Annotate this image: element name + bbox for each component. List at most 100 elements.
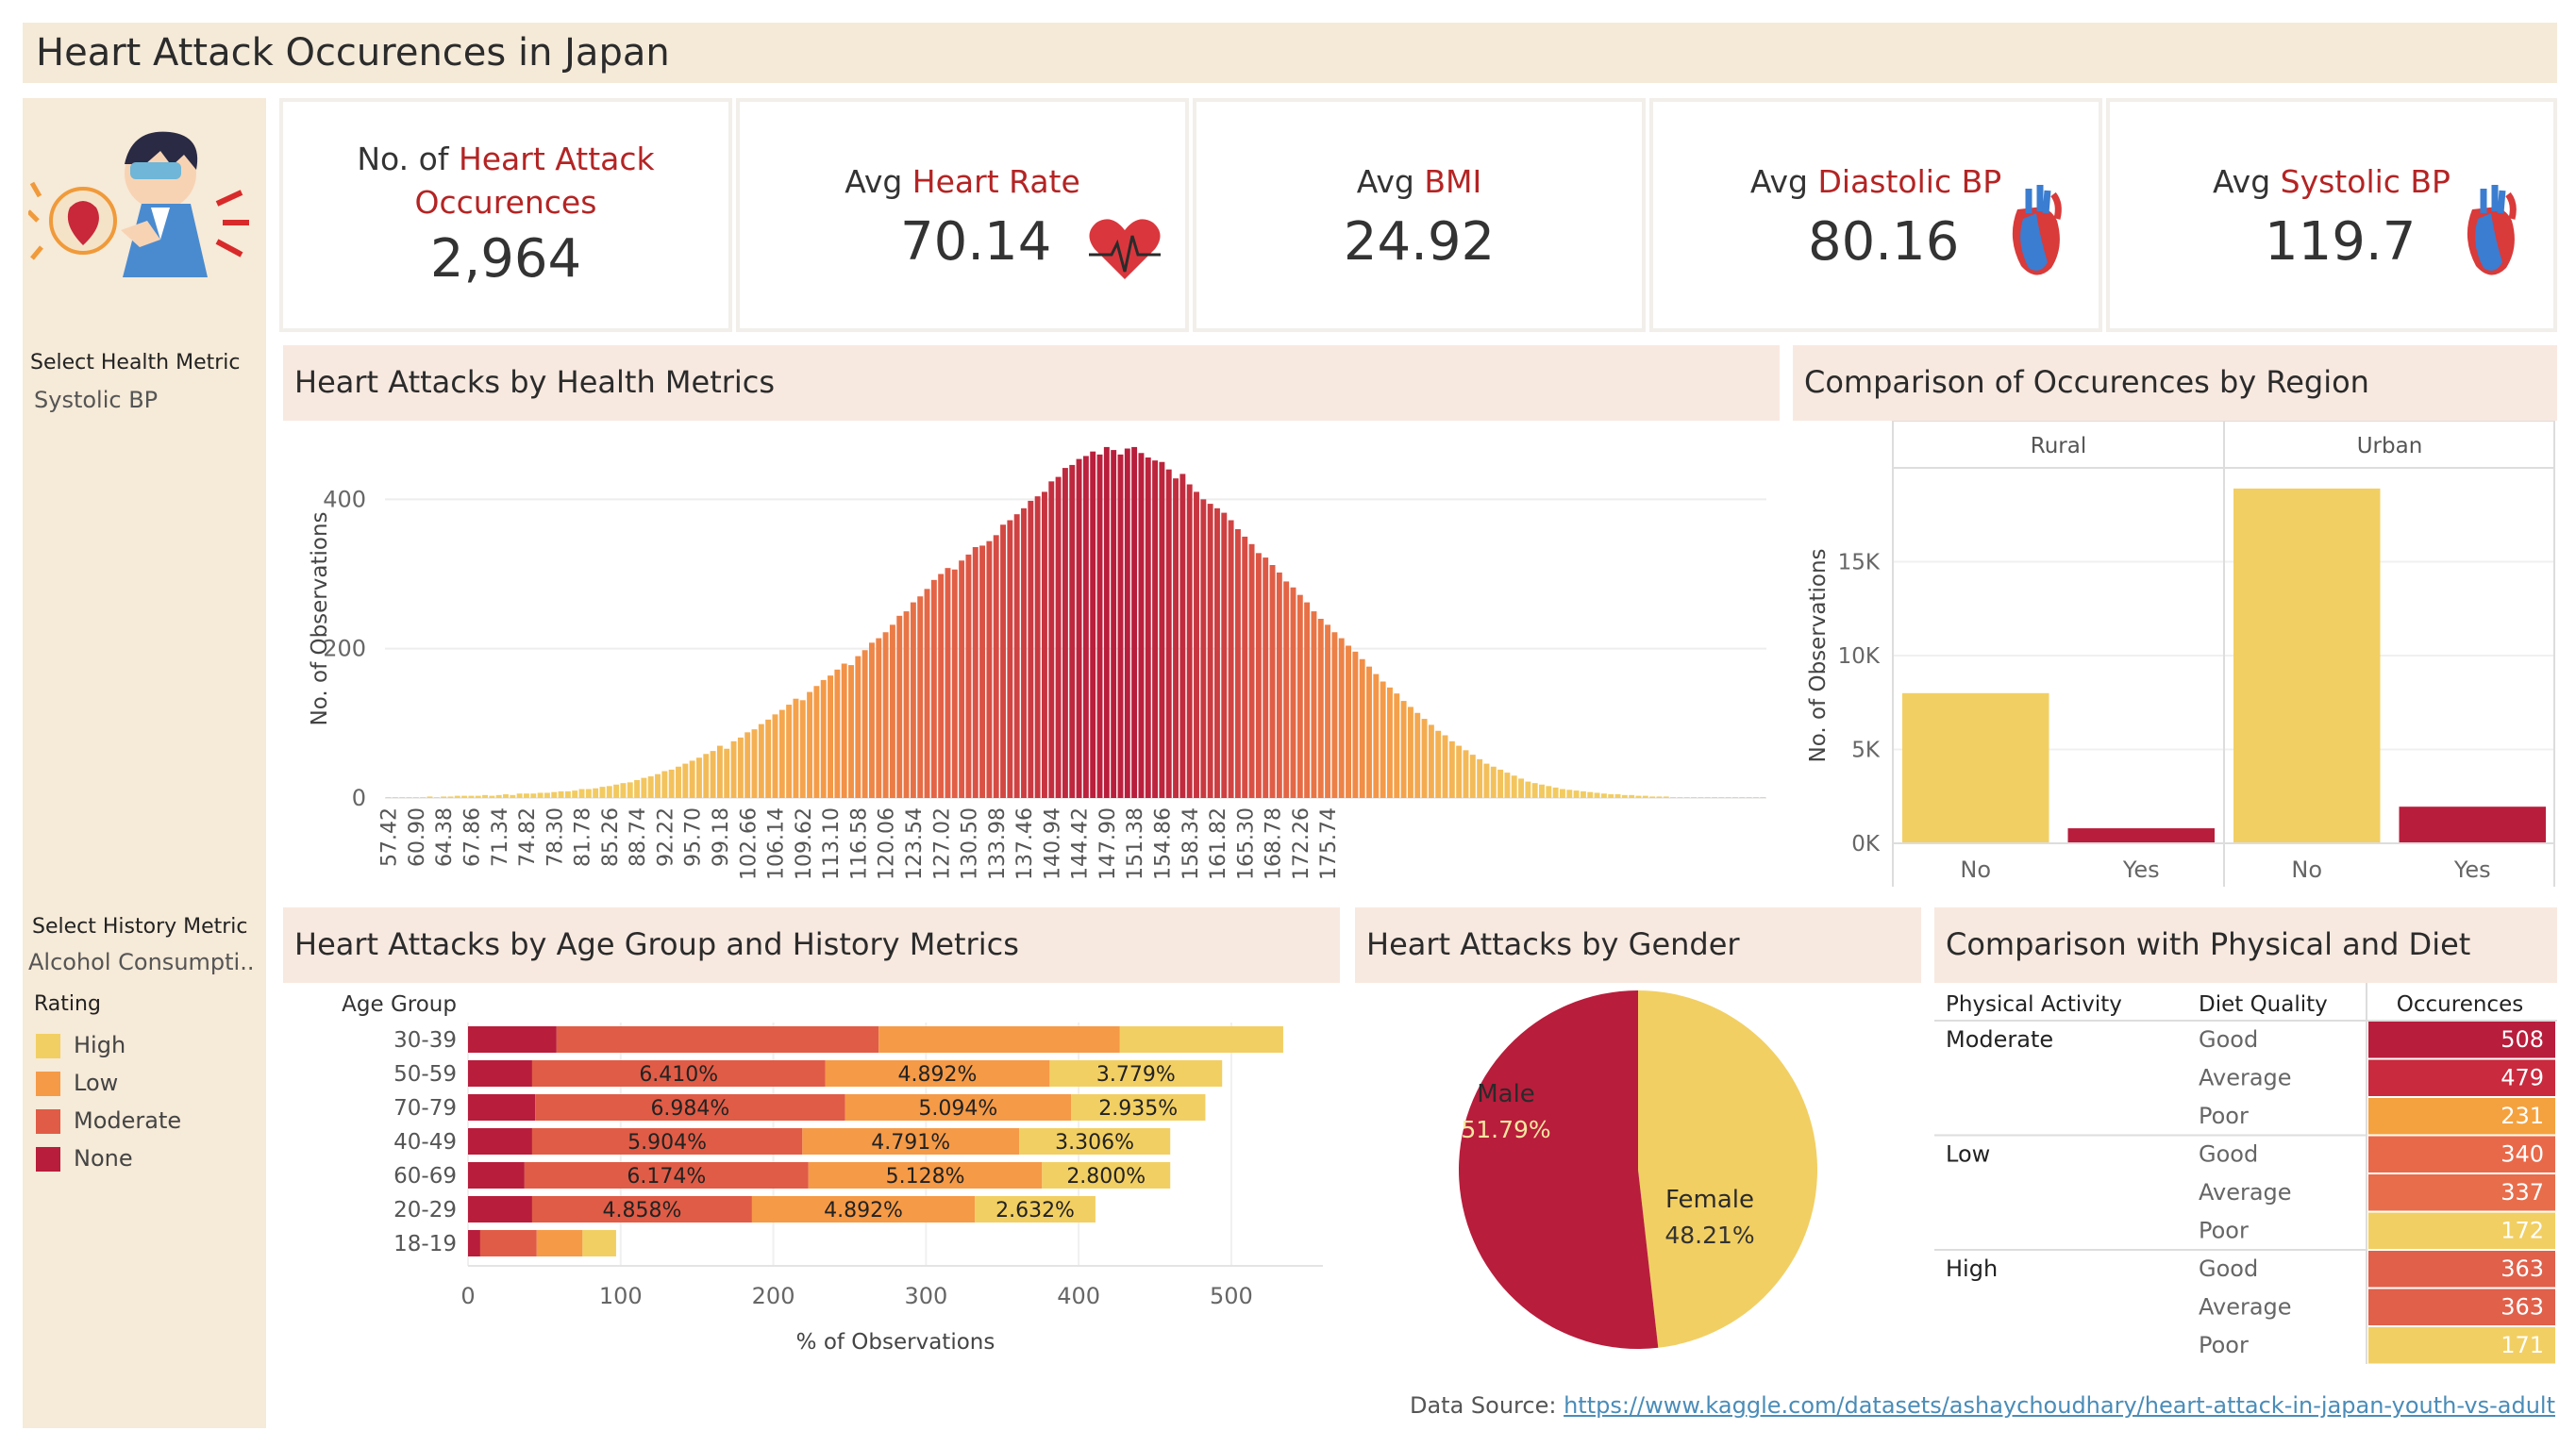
pie-slice [1638, 990, 1818, 1348]
x-tick-label: 113.10 [820, 807, 844, 880]
histogram-bar [1587, 791, 1594, 798]
rating-swatch [36, 1147, 60, 1172]
histogram-bar [993, 535, 999, 798]
histogram-bar [1504, 773, 1511, 798]
histogram-bar [1304, 602, 1311, 798]
y-tick-label: 5K [1851, 739, 1881, 763]
histogram-bar [1691, 797, 1697, 798]
histogram-bar [1649, 796, 1656, 798]
histogram-bar [730, 740, 737, 798]
histogram-bar [1531, 783, 1538, 798]
page-title: Heart Attack Occurences in Japan [36, 31, 670, 75]
kpi-value: 119.7 [2265, 211, 2417, 273]
rating-legend-item[interactable]: High [36, 1032, 125, 1058]
histogram-bar [647, 776, 654, 798]
histogram-bar [972, 547, 979, 798]
histogram-bar [930, 579, 937, 798]
histogram-bar [959, 560, 965, 798]
histogram-bar [468, 795, 475, 798]
data-label: 4.892% [824, 1199, 903, 1222]
y-tick-label: 60-69 [393, 1164, 457, 1189]
x-tick-label: No [2291, 857, 2322, 883]
x-tick-label: 161.82 [1207, 807, 1230, 880]
histogram-bar [855, 656, 861, 798]
histogram-bar [1373, 674, 1380, 798]
histogram-bar [716, 745, 723, 798]
histogram-bar [799, 700, 806, 798]
panel-header-age: Heart Attacks by Age Group and History M… [283, 907, 1340, 983]
stacked-bar-segment [468, 1230, 480, 1256]
histogram-bar [668, 769, 675, 798]
history-metric-select[interactable]: Alcohol Consumpti.. [28, 949, 254, 975]
histogram-bar [510, 794, 516, 798]
table-cell-diet: Average [2199, 1179, 2292, 1206]
histogram-bar [1007, 520, 1013, 798]
histogram-bar [1048, 481, 1055, 798]
x-tick-label: 200 [752, 1283, 795, 1309]
kpi-bmi: Avg BMI 24.92 [1193, 98, 1646, 332]
x-tick-label: 78.30 [544, 807, 567, 867]
rating-legend-item[interactable]: None [36, 1145, 133, 1172]
health-metric-select[interactable]: Systolic BP [34, 387, 158, 413]
histogram-bar [1165, 469, 1172, 798]
rating-legend-item[interactable]: Low [36, 1070, 118, 1096]
histogram-bar [834, 669, 841, 798]
health-metrics-histogram: 0200400No. of Observations57.42 60.90 64.3… [308, 446, 1766, 880]
kpi-value: 70.14 [900, 211, 1052, 273]
y-tick-label: 15K [1838, 551, 1881, 575]
histogram-bar [503, 794, 509, 798]
histogram-bar [1366, 666, 1372, 798]
histogram-bar [1448, 740, 1455, 798]
cartoon-person-chest-pain-icon [28, 131, 249, 277]
x-tick-label: 92.22 [654, 807, 677, 867]
histogram-bar [1683, 797, 1690, 798]
region-bar [2233, 488, 2381, 843]
table-cell-activity: High [1946, 1256, 1998, 1282]
histogram-bar [593, 788, 599, 798]
x-tick-label: Yes [2122, 857, 2160, 883]
histogram-bar [965, 554, 972, 798]
histogram-bar [1138, 453, 1145, 798]
y-tick-label: 20-29 [393, 1198, 457, 1222]
kpi-diastolic-bp: Avg Diastolic BP 80.16 [1649, 98, 2102, 332]
data-label: 6.174% [627, 1165, 706, 1189]
data-source: Data Source: https://www.kaggle.com/data… [1410, 1392, 2555, 1419]
title-bar: Heart Attack Occurences in Japan [23, 23, 2557, 83]
histogram-bar [516, 793, 523, 798]
table-cell-diet: Good [2199, 1256, 2258, 1282]
histogram-bar [1642, 795, 1648, 798]
rating-legend-item[interactable]: Moderate [36, 1107, 181, 1134]
histogram-bar [585, 789, 592, 798]
x-tick-label: Yes [2453, 857, 2491, 883]
histogram-bar [1325, 624, 1331, 798]
histogram-bar [820, 679, 827, 798]
x-tick-label: 300 [904, 1283, 947, 1309]
data-source-link[interactable]: https://www.kaggle.com/datasets/ashaycho… [1564, 1392, 2555, 1419]
histogram-bar [1248, 543, 1255, 798]
kpi-value: 2,964 [429, 228, 582, 290]
x-tick-label: 123.54 [903, 807, 927, 880]
y-axis-title: No. of Observations [1806, 548, 1831, 762]
histogram-bar [1000, 524, 1006, 798]
stacked-bar-segment [468, 1094, 536, 1121]
table-cell-value: 479 [2501, 1065, 2544, 1091]
histogram-bar [841, 663, 847, 798]
x-tick-label: 175.74 [1317, 807, 1341, 880]
region-bar-chart: 0K 5K 10K 15K No. of Observations Rural No Yes U… [1806, 421, 2555, 887]
histogram-bar [1117, 454, 1124, 798]
x-tick-label: 60.90 [406, 807, 429, 867]
histogram-bar [689, 760, 695, 798]
table-cell-diet: Poor [2199, 1332, 2249, 1358]
histogram-bar [1477, 758, 1483, 798]
histogram-bar [1055, 476, 1062, 798]
histogram-bar [1511, 775, 1517, 798]
x-tick-label: 154.86 [1152, 807, 1176, 880]
pie-value-label: 48.21% [1664, 1222, 1754, 1249]
table-header-cell: Diet Quality [2199, 992, 2328, 1017]
x-tick-label: 120.06 [876, 807, 899, 880]
histogram-bar [1435, 730, 1442, 798]
histogram-bar [696, 757, 702, 798]
x-tick-label: 106.14 [765, 807, 789, 880]
histogram-bar [1752, 797, 1759, 798]
histogram-bar [558, 790, 564, 798]
